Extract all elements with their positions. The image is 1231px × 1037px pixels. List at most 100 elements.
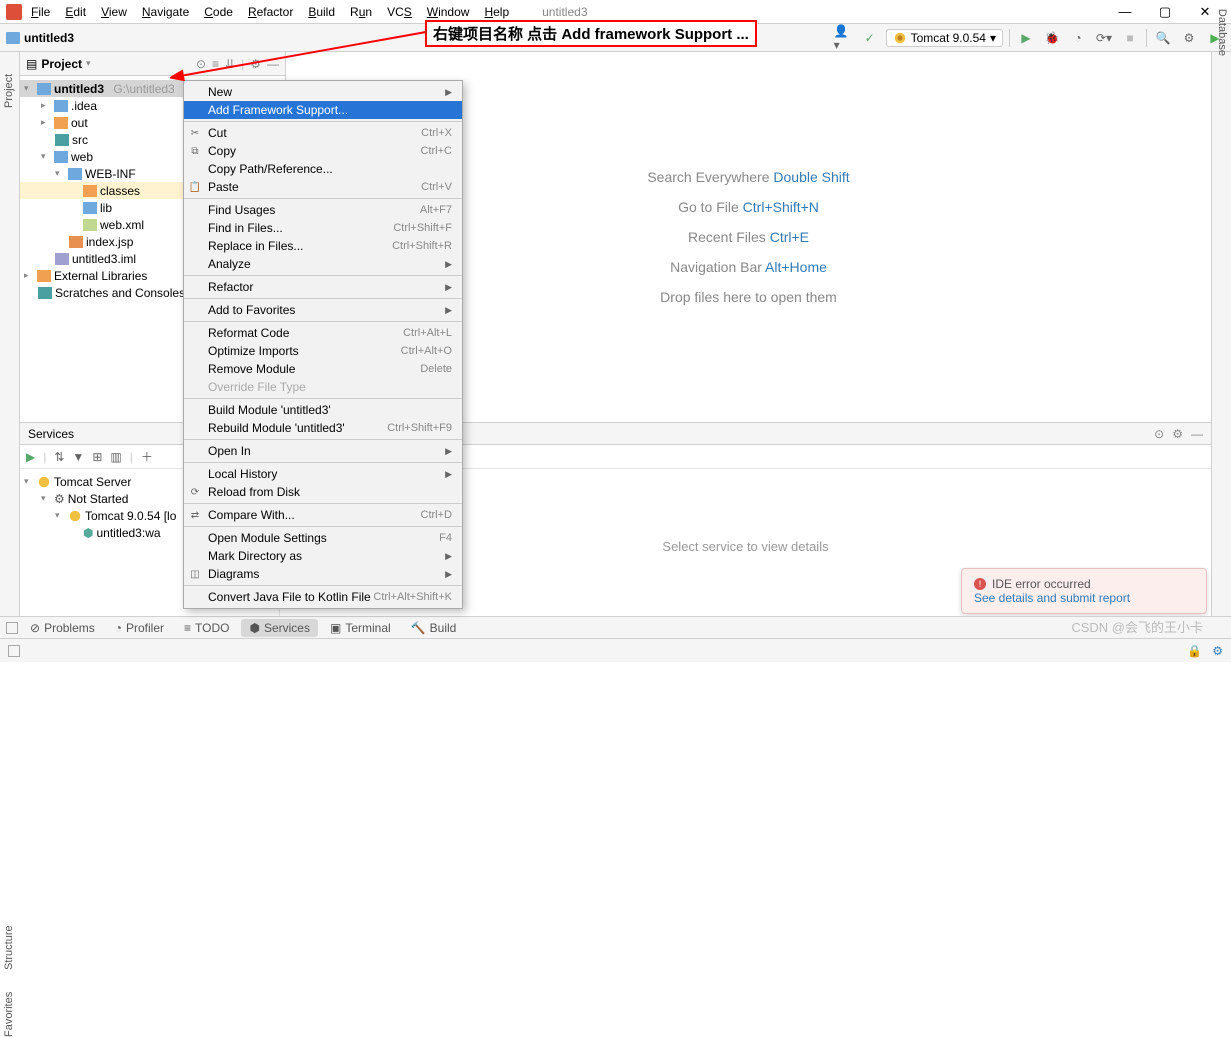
vcs-update-icon[interactable]: ✓ [860, 28, 880, 48]
hint-recent-files: Recent Files Ctrl+E [688, 229, 809, 245]
status-process-icon[interactable]: ⚙ [1212, 644, 1223, 658]
ctx-find-in-files[interactable]: Find in Files...Ctrl+Shift+F [184, 219, 462, 237]
tab-terminal[interactable]: ▣Terminal [322, 619, 399, 637]
ctx-replace-in-files[interactable]: Replace in Files...Ctrl+Shift+R [184, 237, 462, 255]
menu-edit[interactable]: Edit [59, 3, 92, 21]
tab-profiler[interactable]: ◔Profiler [107, 619, 172, 637]
minimize-button[interactable]: — [1105, 1, 1145, 23]
svc-run-icon[interactable]: ▶ [26, 450, 35, 464]
stop-button[interactable]: ■ [1120, 28, 1140, 48]
hint-drop-files: Drop files here to open them [660, 289, 837, 305]
menu-window[interactable]: Window [421, 3, 476, 21]
ctx-open-in[interactable]: Open In▶ [184, 442, 462, 460]
ctx-new[interactable]: New▶ [184, 83, 462, 101]
watermark: CSDN @会飞的王小卡 [1071, 617, 1203, 636]
coverage-button[interactable]: ◔ [1068, 28, 1088, 48]
breadcrumb-project: untitled3 [24, 31, 74, 45]
run-config-selector[interactable]: Tomcat 9.0.54 ▾ [886, 29, 1003, 47]
ctx-compare[interactable]: ⇄Compare With...Ctrl+D [184, 506, 462, 524]
toolwindow-toggle-icon[interactable] [6, 622, 18, 634]
annotation-arrow [170, 28, 430, 84]
ctx-override-filetype: Override File Type [184, 378, 462, 396]
menu-navigate[interactable]: Navigate [136, 3, 195, 21]
ctx-reformat[interactable]: Reformat CodeCtrl+Alt+L [184, 324, 462, 342]
cut-icon: ✂ [188, 126, 202, 140]
ctx-cut[interactable]: ✂CutCtrl+X [184, 124, 462, 142]
tab-problems[interactable]: ⊘Problems [22, 619, 103, 637]
run-config-label: Tomcat 9.0.54 [911, 31, 986, 45]
ctx-local-history[interactable]: Local History▶ [184, 465, 462, 483]
menu-build[interactable]: Build [302, 3, 341, 21]
svc-layout-icon[interactable]: ▥ [110, 450, 121, 464]
bottom-toolbar: ⊘Problems ◔Profiler ≡TODO ⬢Services ▣Ter… [0, 616, 1231, 638]
search-button[interactable]: 🔍 [1153, 28, 1173, 48]
profile-button[interactable]: ⟳▾ [1094, 28, 1114, 48]
tab-services[interactable]: ⬢Services [241, 619, 318, 637]
paste-icon: 📋 [188, 180, 202, 194]
menu-vcs[interactable]: VCS [381, 3, 418, 21]
window-title: untitled3 [542, 5, 587, 19]
todo-icon: ≡ [184, 621, 191, 635]
menu-view[interactable]: View [95, 3, 133, 21]
hint-search-everywhere: Search Everywhere Double Shift [647, 169, 849, 185]
ctx-paste[interactable]: 📋PasteCtrl+V [184, 178, 462, 196]
svc-tree-icon[interactable]: ⊞ [92, 450, 102, 464]
copy-icon: ⧉ [188, 144, 202, 158]
right-dock: Database [1211, 52, 1231, 622]
ctx-reload[interactable]: ⟳Reload from Disk [184, 483, 462, 501]
ctx-mark-directory[interactable]: Mark Directory as▶ [184, 547, 462, 565]
ctx-copy[interactable]: ⧉CopyCtrl+C [184, 142, 462, 160]
debug-button[interactable]: 🐞 [1042, 28, 1062, 48]
left-dock: Project [0, 52, 20, 422]
ctx-refactor[interactable]: Refactor▶ [184, 278, 462, 296]
services-settings-icon[interactable]: ⚙ [1172, 427, 1183, 441]
ctx-rebuild-module[interactable]: Rebuild Module 'untitled3'Ctrl+Shift+F9 [184, 419, 462, 437]
ctx-optimize-imports[interactable]: Optimize ImportsCtrl+Alt+O [184, 342, 462, 360]
tab-todo[interactable]: ≡TODO [176, 619, 237, 637]
services-icon: ⬢ [249, 621, 259, 635]
status-bar: 🔒 ⚙ [0, 638, 1231, 662]
statusbar-toggle-icon[interactable] [8, 645, 20, 657]
ctx-find-usages[interactable]: Find UsagesAlt+F7 [184, 201, 462, 219]
context-menu: New▶ Add Framework Support... ✂CutCtrl+X… [183, 80, 463, 609]
maximize-button[interactable]: ▢ [1145, 1, 1185, 23]
ctx-convert-kotlin[interactable]: Convert Java File to Kotlin FileCtrl+Alt… [184, 588, 462, 606]
menu-run[interactable]: Run [344, 3, 378, 21]
user-icon[interactable]: 👤▾ [834, 28, 854, 48]
dock-structure-tab[interactable]: Structure [3, 925, 15, 970]
svc-sort-icon[interactable]: ⇅ [54, 450, 64, 464]
tab-build[interactable]: 🔨Build [403, 619, 465, 637]
app-icon [6, 4, 22, 20]
annotation-callout: 右键项目名称 点击 Add framework Support ... [425, 20, 757, 47]
dock-project-tab[interactable]: Project [3, 74, 15, 108]
ctx-remove-module[interactable]: Remove ModuleDelete [184, 360, 462, 378]
terminal-icon: ▣ [330, 621, 341, 635]
ctx-add-favorites[interactable]: Add to Favorites▶ [184, 301, 462, 319]
run-button[interactable]: ▶ [1016, 28, 1036, 48]
ctx-add-framework-support[interactable]: Add Framework Support... [184, 101, 462, 119]
ctx-diagrams[interactable]: ◫Diagrams▶ [184, 565, 462, 583]
ctx-build-module[interactable]: Build Module 'untitled3' [184, 401, 462, 419]
menu-refactor[interactable]: Refactor [242, 3, 299, 21]
breadcrumb[interactable]: untitled3 [6, 31, 74, 45]
reload-icon: ⟳ [188, 485, 202, 499]
svc-filter-icon[interactable]: ▼ [72, 450, 84, 464]
ctx-analyze[interactable]: Analyze▶ [184, 255, 462, 273]
settings-button[interactable]: ⚙ [1179, 28, 1199, 48]
svc-add-icon[interactable]: ＋ [141, 448, 153, 465]
compare-icon: ⇄ [188, 508, 202, 522]
ctx-copy-path[interactable]: Copy Path/Reference... [184, 160, 462, 178]
menu-file[interactable]: File [25, 3, 56, 21]
status-lock-icon[interactable]: 🔒 [1187, 644, 1202, 658]
ctx-open-module-settings[interactable]: Open Module SettingsF4 [184, 529, 462, 547]
dock-database-tab[interactable]: Database [1216, 9, 1228, 56]
menu-code[interactable]: Code [198, 3, 239, 21]
dropdown-icon: ▾ [990, 31, 996, 45]
services-hide-icon[interactable]: — [1191, 427, 1203, 441]
build-icon: 🔨 [411, 621, 426, 635]
services-help-icon[interactable]: ⊙ [1154, 427, 1164, 441]
hint-navbar: Navigation Bar Alt+Home [670, 259, 827, 275]
menu-help[interactable]: Help [478, 3, 515, 21]
dock-favorites-tab[interactable]: Favorites [3, 992, 15, 1037]
balloon-link[interactable]: See details and submit report [974, 591, 1130, 605]
